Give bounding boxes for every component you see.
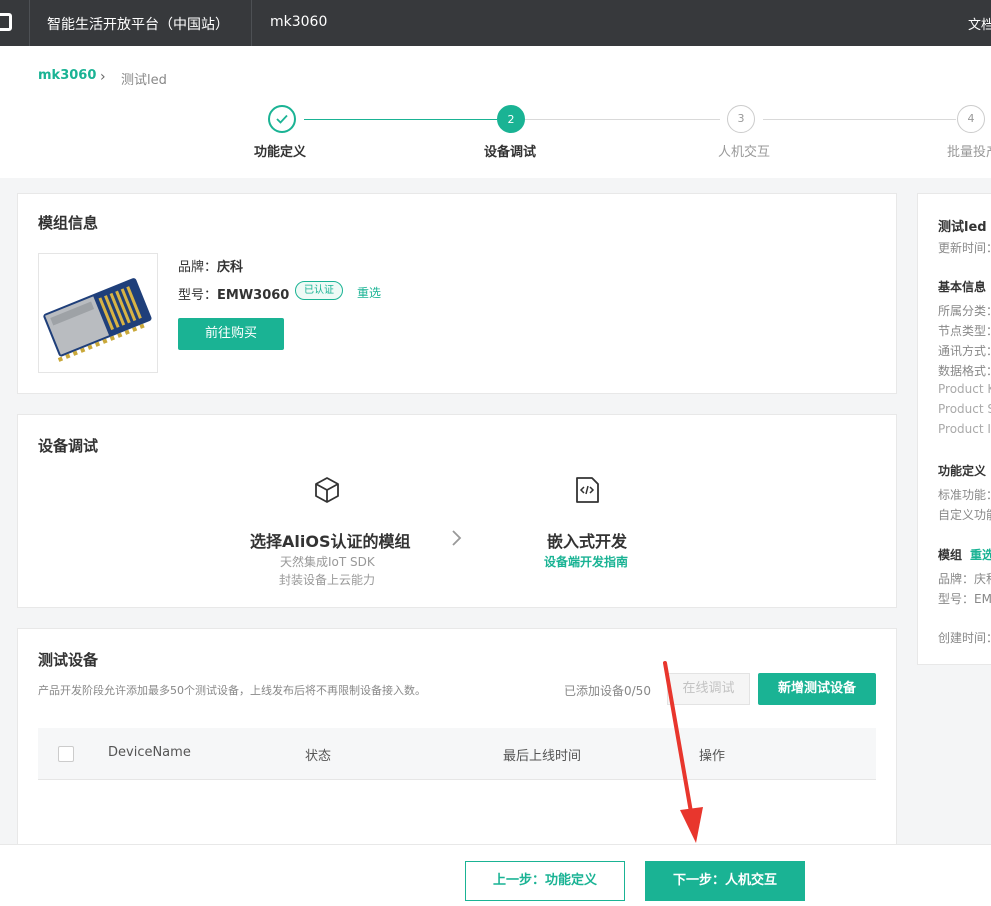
buy-module-button[interactable]: 前往购买 xyxy=(178,318,284,350)
feature-alios-sub2: 封装设备上云能力 xyxy=(279,573,376,587)
sidebar-module-reselect-link[interactable]: 重选 xyxy=(970,546,991,563)
topbar-divider xyxy=(251,0,252,46)
sidebar-product-id: Product Id xyxy=(938,422,991,436)
project-switcher[interactable]: mk3060 xyxy=(270,14,327,30)
device-count: 已添加设备0/50 xyxy=(564,684,651,698)
next-step-button[interactable]: 下一步：人机交互 xyxy=(645,861,805,901)
sidebar-model: 型号：EMW3060 xyxy=(938,592,991,606)
step-2-label: 设备调试 xyxy=(484,145,537,160)
sidebar-node-type: 节点类型： xyxy=(938,324,991,338)
cube-icon xyxy=(312,475,342,508)
device-debug-title: 设备调试 xyxy=(38,437,99,455)
sidebar-category: 所属分类： xyxy=(938,304,991,318)
topbar-divider xyxy=(29,0,30,46)
column-status[interactable]: 状态 xyxy=(305,745,331,764)
reselect-module-link[interactable]: 重选 xyxy=(357,284,381,301)
sidebar-func-def: 功能定义 xyxy=(938,464,987,478)
feature-alios-sub1: 天然集成IoT SDK xyxy=(280,555,375,569)
sidebar-brand: 品牌：庆科 xyxy=(938,572,991,586)
feature-alios-title: 选择AliOS认证的模组 xyxy=(250,532,411,551)
prev-step-button[interactable]: 上一步：功能定义 xyxy=(465,861,625,901)
sidebar-created: 创建时间： xyxy=(938,631,991,645)
step-connector xyxy=(763,119,956,120)
chevron-right-icon xyxy=(450,528,464,551)
sidebar-comm: 通讯方式： xyxy=(938,344,991,358)
brand-row: 品牌：庆科 xyxy=(178,256,243,275)
device-table-header: DeviceName 状态 最后上线时间 操作 xyxy=(38,728,876,780)
step-1-label: 功能定义 xyxy=(254,145,307,160)
model-value: EMW3060 xyxy=(217,288,290,303)
chevron-right-icon: › xyxy=(100,69,106,85)
sidebar-standard-func: 标准功能： xyxy=(938,488,991,502)
sidebar-basic-info: 基本信息 xyxy=(938,280,987,294)
breadcrumb-parent-link[interactable]: mk3060 xyxy=(38,68,96,83)
device-debug-card xyxy=(17,414,897,608)
platform-logo-icon[interactable] xyxy=(0,13,12,31)
docs-link[interactable]: 文档 xyxy=(968,14,991,33)
column-devicename[interactable]: DeviceName xyxy=(108,745,191,760)
code-file-icon xyxy=(572,475,602,508)
module-info-title: 模组信息 xyxy=(38,214,99,232)
feature-embedded-title: 嵌入式开发 xyxy=(547,532,628,551)
certified-badge: 已认证 xyxy=(295,281,343,300)
brand-value: 庆科 xyxy=(217,260,244,275)
sidebar-module: 模组 xyxy=(938,548,963,562)
breadcrumb: mk3060 › 测试led xyxy=(38,68,167,88)
step-connector xyxy=(304,119,497,120)
select-all-checkbox[interactable] xyxy=(58,746,74,762)
test-devices-title: 测试设备 xyxy=(38,651,99,669)
sidebar-data-format: 数据格式： xyxy=(938,364,991,378)
platform-title[interactable]: 智能生活开放平台（中国站） xyxy=(47,14,229,34)
breadcrumb-current: 测试led xyxy=(121,73,167,88)
step-3-label: 人机交互 xyxy=(718,145,771,160)
step-connector xyxy=(525,119,720,120)
sidebar-product-name: 测试led xyxy=(938,220,987,235)
sidebar-update-time: 更新时间： xyxy=(938,241,991,255)
brand-label: 品牌： xyxy=(178,260,218,275)
top-navigation-bar: 智能生活开放平台（中国站） mk3060 文档 xyxy=(0,0,991,46)
module-image xyxy=(38,253,158,373)
column-last-online[interactable]: 最后上线时间 xyxy=(503,745,581,764)
step-1-check-icon xyxy=(268,105,296,133)
step-3-indicator: 3 xyxy=(727,105,755,133)
sidebar-product-key: Product Key xyxy=(938,382,991,396)
sidebar-product-secret: Product Secret xyxy=(938,402,991,416)
sidebar-custom-func: 自定义功能 xyxy=(938,508,991,522)
model-row: 型号：EMW3060 xyxy=(178,284,289,303)
product-info-sidebar: 测试led 更新时间： 基本信息 所属分类： 节点类型： 通讯方式： 数据格式：… xyxy=(917,193,991,665)
test-devices-description: 产品开发阶段允许添加最多50个测试设备，上线发布后将不再限制设备接入数。 xyxy=(38,684,426,697)
model-label: 型号： xyxy=(178,288,218,303)
device-dev-guide-link[interactable]: 设备端开发指南 xyxy=(544,553,628,570)
step-4-indicator: 4 xyxy=(957,105,985,133)
step-2-indicator: 2 xyxy=(497,105,525,133)
annotation-arrow-icon xyxy=(663,661,703,843)
step-4-label: 批量投产 xyxy=(947,145,991,160)
add-test-device-button[interactable]: 新增测试设备 xyxy=(758,673,876,705)
